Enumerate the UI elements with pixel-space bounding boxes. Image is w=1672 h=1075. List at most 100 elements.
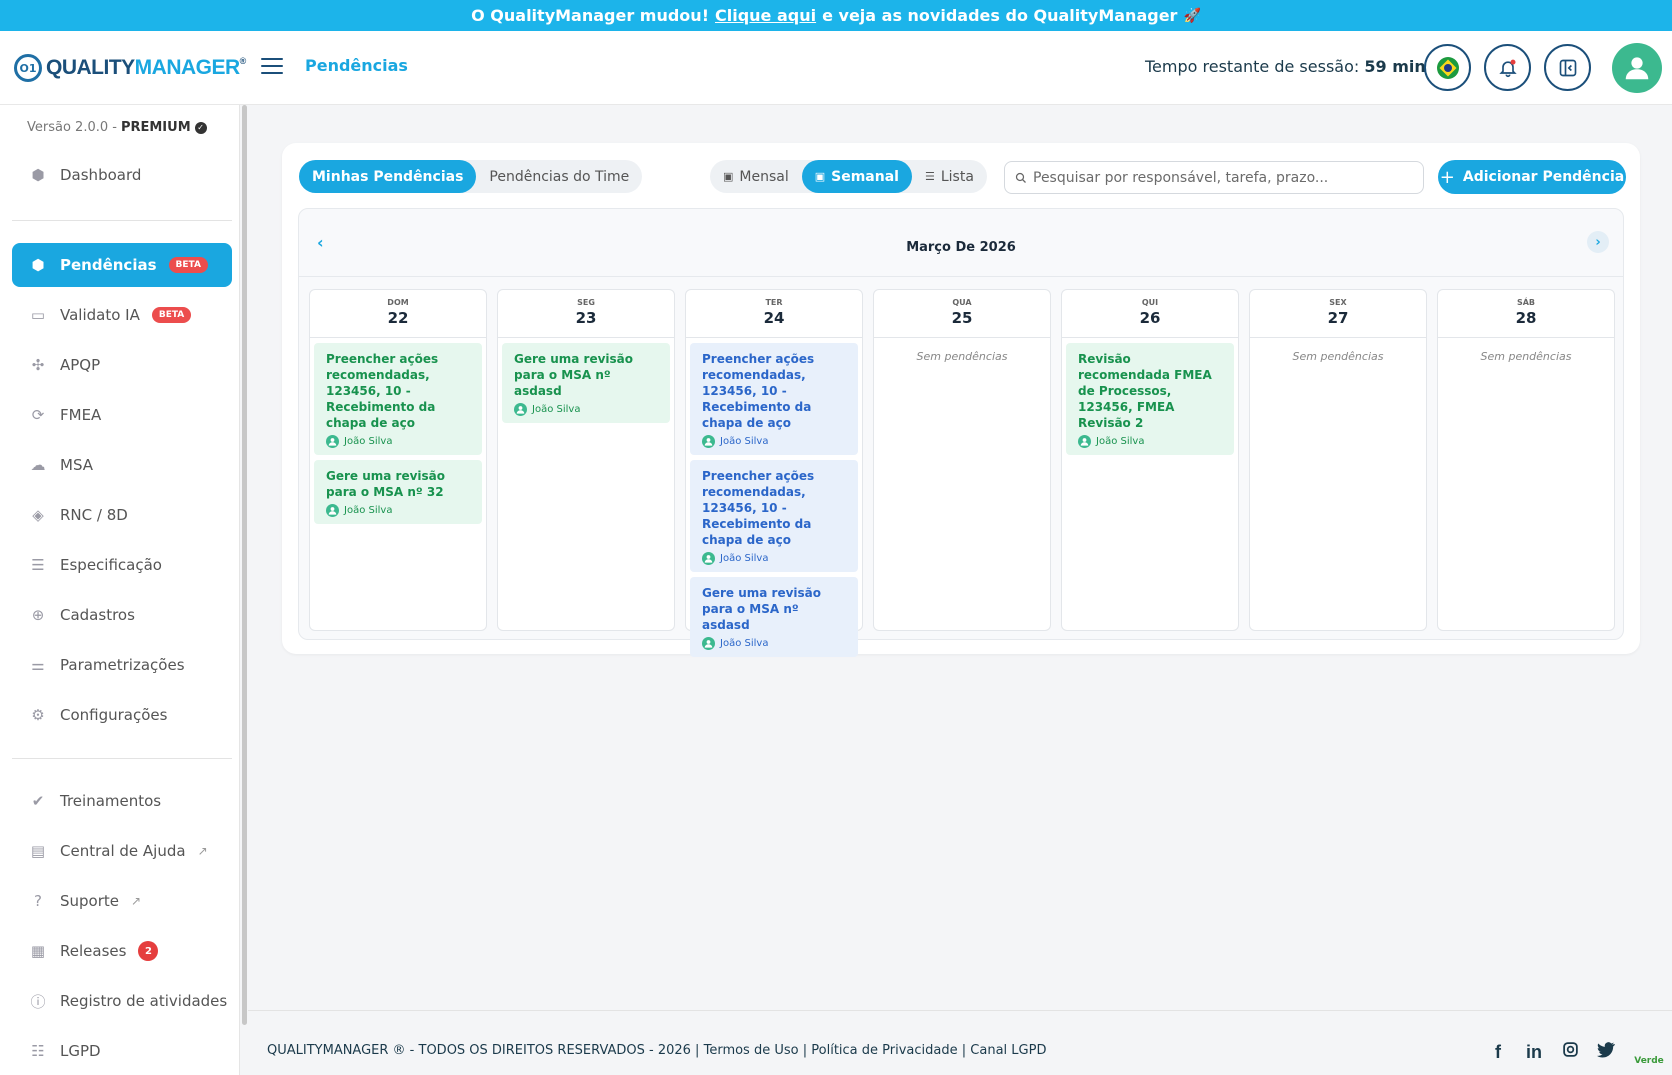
task-assignee: João Silva [702, 435, 850, 448]
logo-registered: ® [239, 56, 247, 66]
sidebar-item-apqp[interactable]: ✣ APQP [12, 343, 232, 387]
sidebar-item-fmea[interactable]: ⟳ FMEA [12, 393, 232, 437]
sliders-icon: ⚌ [31, 656, 45, 674]
sidebar-collapse-button[interactable] [1544, 44, 1591, 91]
user-icon [702, 435, 715, 448]
day-number: 25 [951, 309, 973, 327]
sidebar-item-validato-ia[interactable]: ▭ Validato IA BETA [12, 293, 232, 337]
day-column: QUI 26 Revisão recomendada FMEA de Proce… [1061, 289, 1239, 631]
user-avatar-button[interactable] [1612, 43, 1662, 93]
task-title: Gere uma revisão para o MSA nº 32 [326, 469, 446, 499]
menu-toggle-icon[interactable] [261, 58, 283, 74]
sidebar-scrollbar[interactable] [242, 105, 247, 1025]
twitter-icon[interactable] [1596, 1041, 1616, 1063]
sidebar-item-central-de-ajuda[interactable]: ▤ Central de Ajuda ↗ [12, 829, 232, 873]
verified-icon: ✓ [194, 121, 207, 134]
banner-link[interactable]: Clique aqui [715, 6, 816, 25]
sidebar-item-msa[interactable]: ☁ MSA [12, 443, 232, 487]
sidebar-item-registro-de-atividades[interactable]: ⓘ Registro de atividades [12, 979, 232, 1023]
info-icon: ⓘ [30, 992, 46, 1011]
day-of-week: DOM [387, 298, 409, 307]
user-icon [1625, 57, 1649, 80]
task-title: Preencher ações recomendadas, 123456, 10… [702, 469, 815, 547]
pendencias-card: Minhas Pendências Pendências do Time ▣ M… [282, 143, 1640, 657]
task-card[interactable]: Revisão recomendada FMEA de Processos, 1… [1066, 343, 1234, 455]
version-info: Versão 2.0.0 - PREMIUM ✓ [27, 120, 207, 135]
session-label: Tempo restante de sessão: [1145, 57, 1360, 76]
day-column: QUA 25 Sem pendências [873, 289, 1051, 631]
sidebar-item-dashboard[interactable]: ⬢ Dashboard [12, 153, 232, 197]
search-input[interactable] [1033, 169, 1413, 186]
day-of-week: TER [765, 298, 783, 307]
sidebar-item-rnc-8d[interactable]: ◈ RNC / 8D [12, 493, 232, 537]
view-semanal-label: Semanal [831, 168, 899, 185]
task-user-name: João Silva [720, 638, 769, 649]
user-icon [326, 435, 339, 448]
task-card[interactable]: Gere uma revisão para o MSA nº asdasd Jo… [690, 577, 858, 657]
sidebar-item-treinamentos[interactable]: ✔ Treinamentos [12, 779, 232, 823]
book-icon: ▤ [30, 842, 46, 860]
sidebar-item-label: Central de Ajuda [60, 842, 186, 860]
terms-link[interactable]: Termos de Uso [704, 1043, 799, 1058]
banner-text-pre: O QualityManager mudou! [471, 6, 709, 25]
task-card[interactable]: Gere uma revisão para o MSA nº 32 João S… [314, 460, 482, 524]
sidebar-item-label: MSA [60, 456, 94, 474]
checklist-icon: ☷ [31, 1042, 45, 1060]
notifications-button[interactable] [1484, 44, 1531, 91]
task-card[interactable]: Preencher ações recomendadas, 123456, 10… [314, 343, 482, 455]
sidebar-item-label: Validato IA [60, 306, 140, 324]
apps-icon: ▦ [30, 942, 46, 960]
releases-count-badge: 2 [138, 941, 159, 961]
privacy-link[interactable]: Política de Privacidade [811, 1043, 957, 1058]
add-pendencia-button[interactable]: + Adicionar Pendência [1438, 160, 1626, 194]
task-assignee: João Silva [514, 403, 662, 416]
tab-pendencias-do-time[interactable]: Pendências do Time [476, 160, 642, 193]
alert-icon: ⬢ [31, 256, 45, 274]
task-card[interactable]: Preencher ações recomendadas, 123456, 10… [690, 460, 858, 572]
language-button[interactable] [1424, 44, 1471, 91]
sidebar-divider [12, 758, 232, 759]
sidebar-item-configuracoes[interactable]: ⚙ Configurações [12, 693, 232, 737]
banner-text-post: e veja as novidades do QualityManager [822, 6, 1178, 25]
sidebar-item-label: Especificação [60, 556, 162, 574]
linkedin-icon[interactable]: in [1524, 1042, 1544, 1063]
user-icon [702, 552, 715, 565]
grid-icon: ✣ [31, 356, 45, 374]
day-header: SÁB 28 [1438, 290, 1614, 338]
logo-text-manager: MANAGER [134, 56, 241, 79]
top-header: O1 QUALITYMANAGER® Pendências Tempo rest… [0, 31, 1672, 105]
sidebar-item-parametrizacoes[interactable]: ⚌ Parametrizações [12, 643, 232, 687]
tab-minhas-pendencias[interactable]: Minhas Pendências [299, 160, 477, 193]
day-number: 24 [763, 309, 785, 327]
instagram-icon[interactable] [1560, 1041, 1580, 1063]
task-assignee: João Silva [702, 552, 850, 565]
task-user-name: João Silva [720, 436, 769, 447]
view-semanal-button[interactable]: ▣ Semanal [801, 160, 912, 193]
task-card[interactable]: Preencher ações recomendadas, 123456, 10… [690, 343, 858, 455]
day-column: SEX 27 Sem pendências [1249, 289, 1427, 631]
sidebar-item-suporte[interactable]: ? Suporte ↗ [12, 879, 232, 923]
day-header: SEX 27 [1250, 290, 1426, 338]
day-number: 26 [1139, 309, 1161, 327]
sidebar-item-especificacao[interactable]: ☰ Especificação [12, 543, 232, 587]
brazil-flag-icon [1436, 56, 1459, 79]
sidebar-item-cadastros[interactable]: ⊕ Cadastros [12, 593, 232, 637]
footer-separator: | [802, 1043, 808, 1058]
facebook-icon[interactable]: f [1488, 1042, 1508, 1063]
day-header: QUI 26 [1062, 290, 1238, 338]
task-card[interactable]: Gere uma revisão para o MSA nº asdasd Jo… [502, 343, 670, 423]
sidebar-item-label: FMEA [60, 406, 102, 424]
next-week-icon[interactable]: › [1587, 231, 1609, 253]
view-lista-button[interactable]: ☰ Lista [912, 160, 987, 193]
session-value: 59 min [1364, 57, 1426, 76]
sidebar-item-label: APQP [60, 356, 101, 374]
sidebar-item-pendencias[interactable]: ⬢ Pendências BETA [12, 243, 232, 287]
sidebar-item-releases[interactable]: ▦ Releases 2 [12, 929, 232, 973]
sidebar-item-lgpd[interactable]: ☷ LGPD [12, 1029, 232, 1073]
lgpd-link[interactable]: Canal LGPD [970, 1043, 1046, 1058]
view-mensal-button[interactable]: ▣ Mensal [710, 160, 802, 193]
app-logo[interactable]: O1 QUALITYMANAGER® [14, 54, 246, 82]
day-of-week: SEG [577, 298, 595, 307]
day-header: DOM 22 [310, 290, 486, 338]
user-icon [514, 403, 527, 416]
